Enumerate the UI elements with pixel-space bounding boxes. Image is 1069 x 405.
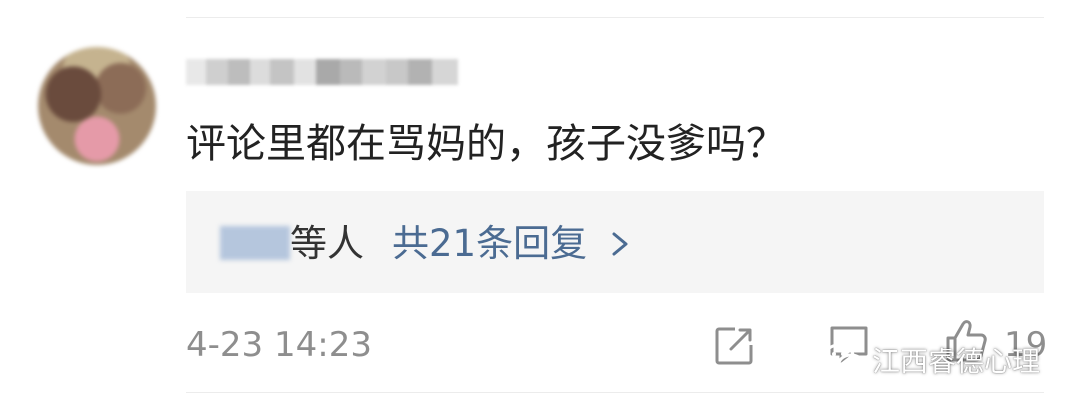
comment-timestamp: 4-23 14:23 xyxy=(186,325,372,365)
watermark-text: 江西睿德心理 xyxy=(872,345,1041,378)
share-icon[interactable] xyxy=(713,325,755,367)
reply-suffix: 等人 xyxy=(290,222,364,265)
view-replies-link[interactable]: 共21条回复 xyxy=(392,219,587,269)
username-blurred[interactable] xyxy=(186,59,458,85)
avatar[interactable] xyxy=(38,47,156,165)
top-divider xyxy=(186,17,1044,18)
reply-usernames-blurred xyxy=(220,226,290,260)
watermark: 江西睿德心理 xyxy=(822,338,1040,382)
chevron-right-icon xyxy=(612,232,628,256)
wechat-icon xyxy=(823,343,865,375)
comment-text: 评论里都在骂妈的，孩子没爹吗？ xyxy=(186,121,786,167)
bottom-divider xyxy=(186,392,1044,393)
